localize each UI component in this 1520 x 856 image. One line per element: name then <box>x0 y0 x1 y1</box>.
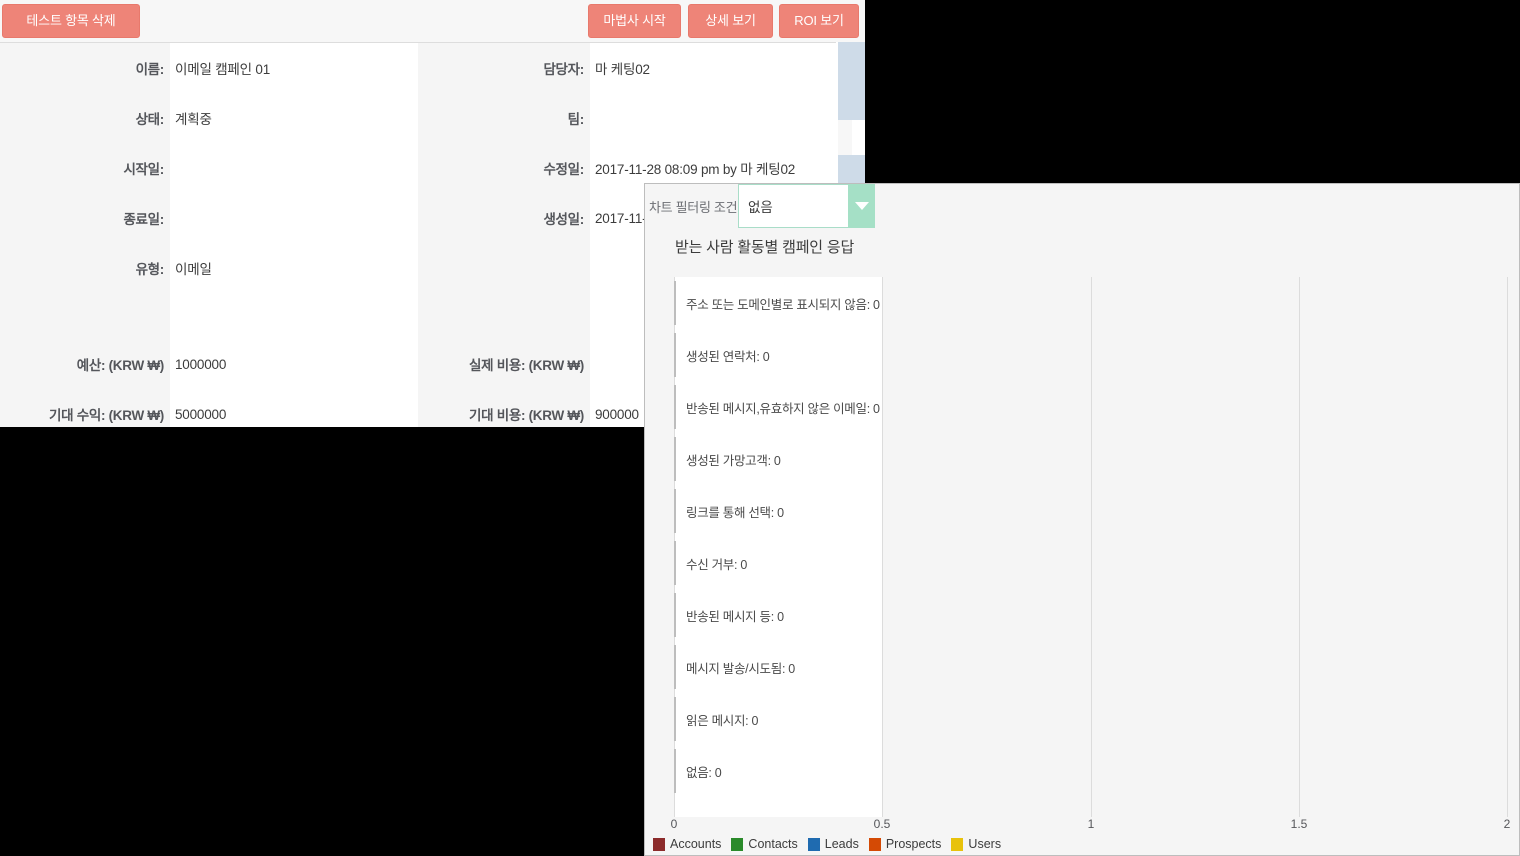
x-tick-label: 1.5 <box>1290 817 1308 831</box>
field-label <box>418 293 590 343</box>
category-tick <box>674 489 676 533</box>
chart-category-row: 생성된 연락처: 0 <box>674 329 1508 381</box>
chart-filter-label: 차트 필터링 조건: <box>649 200 741 215</box>
view-roi-button[interactable]: ROI 보기 <box>779 4 859 38</box>
x-tick-label: 1 <box>1087 817 1095 831</box>
campaign-response-chart-panel: 차트 필터링 조건: 없음 받는 사람 활동별 캠페인 응답 주소 또는 도메인… <box>644 183 1520 856</box>
category-label: 생성된 가망고객: 0 <box>686 453 781 468</box>
category-label: 메시지 발송/시도됨: 0 <box>686 661 795 676</box>
field-label: 상태: <box>0 93 170 143</box>
view-detail-button[interactable]: 상세 보기 <box>688 4 773 38</box>
chart-category-row: 반송된 메시지,유효하지 않은 이메일: 0 <box>674 381 1508 433</box>
legend-swatch <box>868 837 881 851</box>
legend-label: Contacts <box>748 837 798 851</box>
table-row: 상태: 계획중 팀: <box>0 93 865 143</box>
chart-category-row: 반송된 메시지 등: 0 <box>674 589 1508 641</box>
category-tick <box>674 697 676 741</box>
legend-swatch <box>653 837 665 851</box>
field-label: 시작일: <box>0 143 170 193</box>
category-tick <box>674 385 676 429</box>
field-label: 실제 비용: (KRW ₩) <box>418 339 590 389</box>
field-value[interactable]: 5000000 <box>170 389 418 427</box>
field-value[interactable]: 마 케팅02 <box>590 43 865 93</box>
category-tick <box>674 281 676 325</box>
field-label: 유형: <box>0 243 170 293</box>
field-label: 담당자: <box>418 43 590 93</box>
category-tick <box>674 645 676 689</box>
category-label: 읽은 메시지: 0 <box>686 713 759 728</box>
chart-plot-area: 주소 또는 도메인별로 표시되지 않음: 0 생성된 연락처: 0 반송된 메시… <box>674 277 1508 817</box>
field-value[interactable] <box>170 293 418 343</box>
field-value[interactable]: 1000000 <box>170 339 418 389</box>
chart-category-row: 주소 또는 도메인별로 표시되지 않음: 0 <box>674 277 1508 329</box>
chart-filter-row: 차트 필터링 조건: 없음 <box>645 184 1519 228</box>
field-value[interactable] <box>590 93 865 143</box>
field-label: 생성일: <box>418 193 590 243</box>
field-label <box>418 243 590 293</box>
chart-category-row: 읽은 메시지: 0 <box>674 693 1508 745</box>
field-label: 예산: (KRW ₩) <box>0 339 170 389</box>
legend-label: Accounts <box>670 837 722 851</box>
legend-item-prospects[interactable]: Prospects <box>868 837 942 851</box>
category-tick <box>674 593 676 637</box>
category-tick <box>674 541 676 585</box>
legend-swatch <box>951 837 964 851</box>
scrollbar-thumb[interactable] <box>838 42 865 120</box>
category-tick <box>674 333 676 377</box>
chart-category-row: 메시지 발송/시도됨: 0 <box>674 641 1508 693</box>
chart-title: 받는 사람 활동별 캠페인 응답 <box>675 239 855 256</box>
category-label: 주소 또는 도메인별로 표시되지 않음: 0 <box>686 297 880 312</box>
field-value[interactable] <box>170 143 418 193</box>
category-label: 링크를 통해 선택: 0 <box>686 505 784 520</box>
field-label: 수정일: <box>418 143 590 193</box>
legend-item-leads[interactable]: Leads <box>807 837 859 851</box>
x-tick-label: 0 <box>670 817 678 831</box>
legend-item-accounts[interactable]: Accounts <box>653 837 721 851</box>
category-tick <box>674 437 676 481</box>
legend-swatch <box>731 837 744 851</box>
x-tick-label: 0.5 <box>873 817 891 831</box>
field-label: 종료일: <box>0 193 170 243</box>
field-label <box>0 293 170 343</box>
launch-wizard-button[interactable]: 마법사 시작 <box>588 4 681 38</box>
field-value[interactable]: 이메일 캠페인 01 <box>170 43 418 93</box>
field-label: 기대 비용: (KRW ₩) <box>418 389 590 427</box>
chevron-down-icon[interactable] <box>848 184 875 228</box>
chart-category-row: 없음: 0 <box>674 745 1508 797</box>
category-label: 없음: 0 <box>686 765 722 780</box>
category-label: 반송된 메시지,유효하지 않은 이메일: 0 <box>686 401 880 416</box>
chart-legend: Accounts Contacts Leads Prospects Users <box>653 834 1011 854</box>
field-value[interactable]: 계획중 <box>170 93 418 143</box>
chart-category-row: 수신 거부: 0 <box>674 537 1508 589</box>
chart-category-row: 생성된 가망고객: 0 <box>674 433 1508 485</box>
chart-category-row: 링크를 통해 선택: 0 <box>674 485 1508 537</box>
legend-item-users[interactable]: Users <box>951 837 1001 851</box>
action-toolbar: 테스트 항목 삭제 마법사 시작 상세 보기 ROI 보기 <box>0 0 865 42</box>
legend-label: Users <box>968 837 1002 851</box>
field-label: 팀: <box>418 93 590 143</box>
delete-test-items-button[interactable]: 테스트 항목 삭제 <box>2 4 140 38</box>
legend-item-contacts[interactable]: Contacts <box>731 837 798 851</box>
field-label: 이름: <box>0 43 170 93</box>
legend-label: Prospects <box>885 837 942 851</box>
field-value[interactable]: 이메일 <box>170 243 418 293</box>
legend-label: Leads <box>824 837 859 851</box>
category-label: 수신 거부: 0 <box>686 557 747 572</box>
legend-swatch <box>807 837 820 851</box>
field-label: 기대 수익: (KRW ₩) <box>0 389 170 427</box>
category-label: 생성된 연락처: 0 <box>686 349 770 364</box>
scrollbar-track[interactable] <box>838 120 852 155</box>
field-value[interactable] <box>170 193 418 243</box>
category-tick <box>674 749 676 793</box>
category-label: 반송된 메시지 등: 0 <box>686 609 784 624</box>
table-row: 이름: 이메일 캠페인 01 담당자: 마 케팅02 <box>0 43 865 93</box>
x-tick-label: 2 <box>1503 817 1511 831</box>
